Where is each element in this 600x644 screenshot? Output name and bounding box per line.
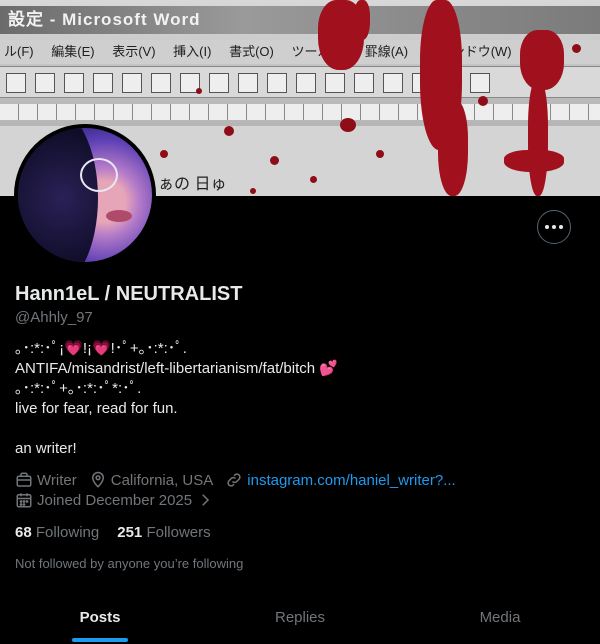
bio-line: ANTIFA/misandrist/left-libertarianism/fa… bbox=[15, 360, 338, 377]
blood-spot bbox=[270, 156, 279, 165]
banner-menu-item: 表示(V) bbox=[112, 44, 156, 59]
tab-replies[interactable]: Replies bbox=[200, 590, 400, 644]
followers-link[interactable]: 251 Followers bbox=[117, 524, 210, 541]
profile-avatar[interactable] bbox=[14, 124, 156, 266]
followers-label: Followers bbox=[146, 524, 211, 541]
following-link[interactable]: 68 Following bbox=[15, 524, 99, 541]
banner-menu-item: 書式(O) bbox=[229, 44, 274, 59]
link-icon bbox=[225, 471, 243, 489]
tab-label: Posts bbox=[79, 608, 121, 626]
active-tab-indicator bbox=[72, 638, 128, 642]
follow-stats: 68 Following 251 Followers bbox=[15, 524, 229, 541]
profile-website-link[interactable]: instagram.com/haniel_writer?... bbox=[247, 472, 455, 489]
blood-spot bbox=[340, 118, 356, 132]
banner-page-text: ぁの 日ゅ bbox=[158, 176, 227, 193]
banner-menu-item: ル(F) bbox=[4, 44, 34, 59]
chevron-right-icon[interactable] bbox=[196, 491, 214, 509]
banner-window-title: 設定 - Microsoft Word bbox=[0, 6, 600, 34]
more-icon bbox=[545, 225, 563, 229]
profile-bio: ｡･:*:･ﾟ¡💗!¡💗!･ﾟ+｡･:*:･ﾟ. ANTIFA/misandri… bbox=[15, 339, 585, 459]
blood-spot bbox=[196, 88, 202, 94]
blood-spot bbox=[250, 188, 256, 194]
profile-meta: Writer California, USA instagram.com/han… bbox=[15, 471, 468, 489]
more-options-button[interactable] bbox=[537, 210, 571, 244]
blood-drip bbox=[438, 100, 468, 196]
not-followed-note: Not followed by anyone you’re following bbox=[15, 556, 244, 571]
profile-joined: Joined December 2025 bbox=[15, 491, 218, 509]
banner-menu-item: 編集(E) bbox=[51, 44, 95, 59]
blood-spot bbox=[376, 150, 384, 158]
bio-line: ｡･:*:･ﾟ+｡･:*:･ﾟ*:･ﾟ. bbox=[15, 380, 142, 397]
blood-drip bbox=[354, 0, 370, 40]
tab-label: Replies bbox=[274, 608, 326, 626]
profile-location: California, USA bbox=[110, 471, 214, 489]
following-count: 68 bbox=[15, 524, 32, 541]
banner-menu-item: 罫線(A) bbox=[364, 44, 409, 59]
tab-label: Media bbox=[479, 608, 521, 626]
profile-tabs: Posts Replies Media bbox=[0, 590, 600, 644]
blood-drip bbox=[504, 150, 564, 172]
blood-spot bbox=[224, 126, 234, 136]
bio-line: an writer! bbox=[15, 440, 77, 457]
blood-drip bbox=[528, 80, 548, 196]
bio-line bbox=[15, 419, 585, 439]
bio-line: live for fear, read for fun. bbox=[15, 400, 178, 417]
banner-ruler bbox=[0, 104, 600, 120]
briefcase-icon bbox=[15, 471, 33, 489]
banner-toolbar bbox=[0, 66, 600, 98]
joined-date: Joined December 2025 bbox=[37, 491, 193, 509]
following-label: Following bbox=[35, 524, 100, 541]
calendar-icon bbox=[15, 491, 33, 509]
banner-menubar: ル(F) 編集(E) 表示(V) 挿入(I) 書式(O) ツール(T) 罫線(A… bbox=[0, 40, 600, 64]
profile-occupation: Writer bbox=[37, 471, 77, 489]
banner-menu-item: 挿入(I) bbox=[173, 44, 212, 59]
blood-spot bbox=[310, 176, 317, 183]
profile-handle: @Ahhly_97 bbox=[15, 309, 93, 326]
followers-count: 251 bbox=[117, 524, 143, 541]
blood-spot bbox=[478, 96, 488, 106]
location-pin-icon bbox=[89, 471, 107, 489]
blood-spot bbox=[160, 150, 168, 158]
bio-line: ｡･:*:･ﾟ¡💗!¡💗!･ﾟ+｡･:*:･ﾟ. bbox=[15, 340, 187, 357]
blood-spot bbox=[572, 44, 581, 53]
tab-media[interactable]: Media bbox=[400, 590, 600, 644]
tab-posts[interactable]: Posts bbox=[0, 590, 200, 644]
profile-name: Hann1eL / NEUTRALIST bbox=[15, 283, 243, 305]
